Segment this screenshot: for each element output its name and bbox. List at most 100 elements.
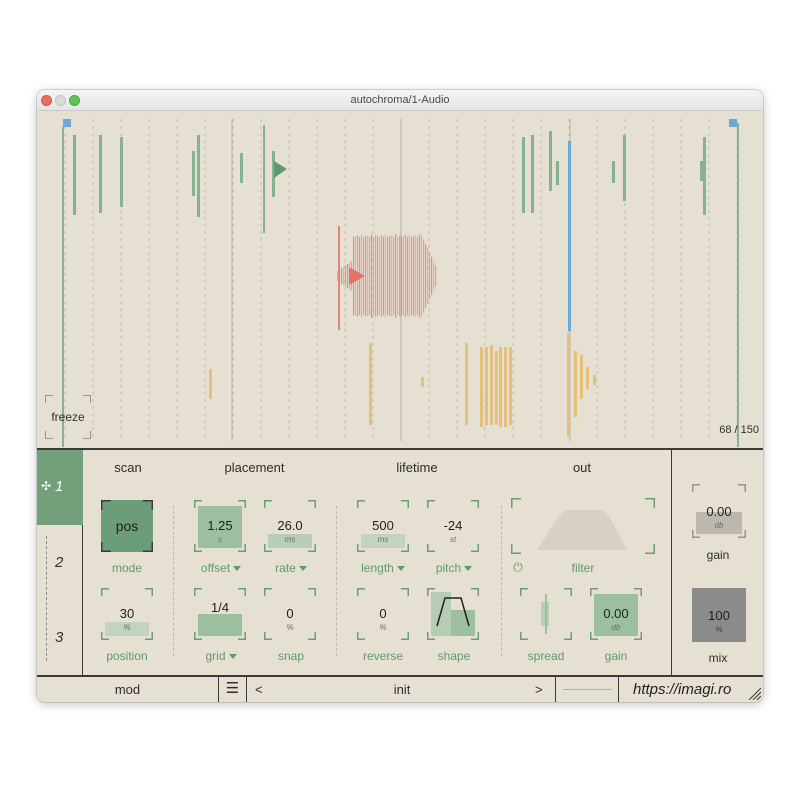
preset-slider[interactable] bbox=[557, 677, 619, 702]
caret-down-icon bbox=[464, 566, 473, 572]
tab-2-label: 2 bbox=[55, 554, 64, 571]
rate-dropdown[interactable]: rate bbox=[257, 561, 325, 575]
bottom-bar: mod ☰ < init > https://imagi.ro bbox=[37, 675, 763, 702]
position-value: 30 bbox=[119, 606, 135, 621]
length-label: length bbox=[361, 561, 394, 575]
grid-fill bbox=[198, 614, 242, 636]
snap-knob[interactable]: 0 % bbox=[264, 588, 316, 640]
next-label: > bbox=[535, 682, 543, 697]
tab-1-label: 1 bbox=[55, 478, 64, 495]
filter-graphic bbox=[511, 498, 655, 554]
rate-unit: ms bbox=[284, 535, 296, 544]
spread-label: spread bbox=[527, 649, 565, 663]
grain-display[interactable]: freeze 68 / 150 bbox=[37, 111, 763, 449]
length-unit: ms bbox=[377, 535, 389, 544]
caret-down-icon bbox=[396, 566, 405, 572]
next-preset-button[interactable]: > bbox=[535, 677, 556, 702]
offset-knob[interactable]: 1.25 s bbox=[194, 500, 246, 552]
offset-dropdown[interactable]: offset bbox=[187, 561, 255, 575]
pitch-dropdown[interactable]: pitch bbox=[420, 561, 488, 575]
grain-visualization bbox=[62, 119, 739, 447]
mix-label: mix bbox=[708, 651, 728, 665]
out-title: out bbox=[572, 460, 592, 475]
separator bbox=[173, 506, 174, 656]
title-bar: autochroma/1-Audio bbox=[37, 90, 763, 111]
grid-selector[interactable]: 1/4 bbox=[194, 588, 246, 640]
mode-label: mode bbox=[111, 561, 143, 575]
website-link[interactable]: https://imagi.ro bbox=[633, 681, 731, 698]
layer-tabs: ✣ 1 2 3 bbox=[37, 450, 83, 677]
shape-selector[interactable] bbox=[427, 588, 479, 640]
mod-label: mod bbox=[114, 682, 141, 697]
caret-down-icon bbox=[228, 654, 237, 660]
counter-current: 68 bbox=[719, 424, 732, 436]
offset-unit: s bbox=[218, 535, 222, 544]
tab-2[interactable]: 2 bbox=[37, 526, 83, 601]
out-gain-unit: db bbox=[611, 623, 621, 632]
mode-selector[interactable]: pos bbox=[101, 500, 153, 552]
master-section: 0.00 db gain 100 % mix bbox=[671, 450, 763, 677]
mix-value: 100 bbox=[708, 608, 730, 623]
lifetime-title: lifetime bbox=[396, 460, 438, 475]
out-gain-knob[interactable]: 0.00 db bbox=[590, 588, 642, 640]
modulation-icon: ✣ bbox=[41, 479, 52, 493]
pitch-unit: st bbox=[449, 535, 457, 544]
window-title: autochroma/1-Audio bbox=[350, 94, 450, 106]
reverse-unit: % bbox=[379, 623, 387, 632]
control-panel: ✣ 1 2 3 scan placement lifetime out pos … bbox=[37, 448, 763, 677]
mod-button[interactable]: mod bbox=[37, 677, 219, 702]
rate-knob[interactable]: 26.0 ms bbox=[264, 500, 316, 552]
resize-grip-icon[interactable] bbox=[747, 686, 761, 700]
playhead-blue bbox=[568, 141, 571, 331]
tab-divider bbox=[46, 536, 47, 661]
power-icon[interactable]: ⏻ bbox=[511, 560, 525, 575]
reverse-knob[interactable]: 0 % bbox=[357, 588, 409, 640]
separator bbox=[336, 506, 337, 656]
grain-counter: 68 / 150 bbox=[719, 424, 759, 436]
preset-label: init bbox=[393, 682, 411, 697]
grain-lines-yellow bbox=[209, 333, 596, 437]
reverse-label: reverse bbox=[362, 649, 403, 663]
pitch-value: -24 bbox=[443, 518, 463, 533]
freeze-button[interactable]: freeze bbox=[45, 395, 91, 439]
counter-total: 150 bbox=[740, 424, 759, 436]
mix-unit: % bbox=[715, 625, 723, 634]
grid-dropdown[interactable]: grid bbox=[187, 649, 255, 663]
prev-label: < bbox=[255, 682, 263, 697]
rate-value: 26.0 bbox=[277, 518, 303, 533]
mode-value: pos bbox=[115, 518, 139, 534]
spread-graphic bbox=[520, 588, 572, 640]
pitch-knob[interactable]: -24 st bbox=[427, 500, 479, 552]
pitch-label: pitch bbox=[435, 561, 462, 575]
out-gain-label: gain bbox=[604, 649, 628, 663]
out-gain-value: 0.00 bbox=[603, 606, 629, 621]
master-gain-value: 0.00 bbox=[706, 504, 732, 519]
tab-1[interactable]: ✣ 1 bbox=[37, 450, 83, 525]
grid-value: 1/4 bbox=[210, 600, 230, 615]
position-knob[interactable]: 30 % bbox=[101, 588, 153, 640]
filter-display[interactable] bbox=[511, 498, 655, 554]
snap-unit: % bbox=[286, 623, 294, 632]
preset-slider-track bbox=[563, 689, 612, 690]
spread-knob[interactable] bbox=[520, 588, 572, 640]
mix-knob[interactable]: 100 % bbox=[692, 588, 746, 642]
shape-graphic bbox=[427, 588, 479, 640]
offset-value: 1.25 bbox=[207, 518, 233, 533]
separator bbox=[501, 506, 502, 656]
length-dropdown[interactable]: length bbox=[349, 561, 417, 575]
grid-label: grid bbox=[205, 649, 226, 663]
preset-name[interactable]: init bbox=[277, 677, 527, 702]
master-gain-unit: db bbox=[714, 521, 724, 530]
shape-label: shape bbox=[437, 649, 471, 663]
length-value: 500 bbox=[372, 518, 394, 533]
filter-label: filter bbox=[571, 561, 595, 575]
position-label: position bbox=[106, 649, 148, 663]
reverse-value: 0 bbox=[379, 606, 387, 621]
prev-preset-button[interactable]: < bbox=[255, 677, 271, 702]
counter-sep: / bbox=[734, 424, 738, 436]
master-gain-knob[interactable]: 0.00 db bbox=[692, 484, 746, 538]
placement-title: placement bbox=[224, 460, 285, 475]
length-knob[interactable]: 500 ms bbox=[357, 500, 409, 552]
tab-3[interactable]: 3 bbox=[37, 601, 83, 676]
hamburger-icon[interactable]: ☰ bbox=[219, 677, 247, 702]
